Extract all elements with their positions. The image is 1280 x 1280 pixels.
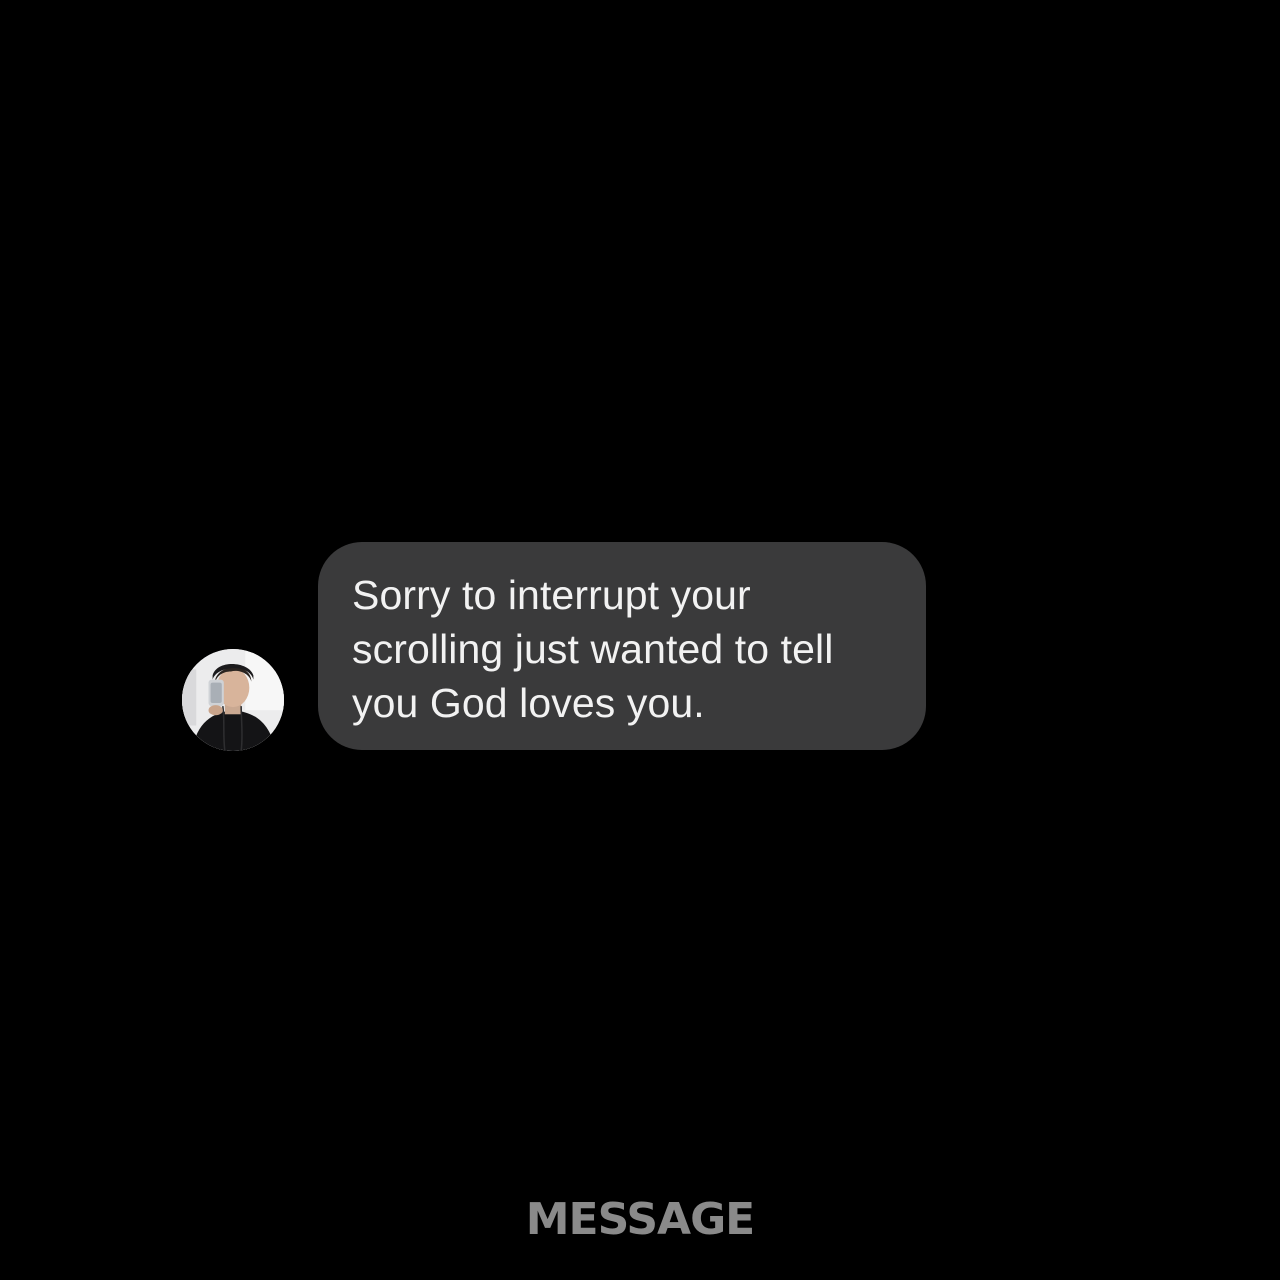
message-text: Sorry to interrupt your scrolling just w… xyxy=(352,572,834,726)
screen: Sorry to interrupt your scrolling just w… xyxy=(0,0,1280,1280)
footer-title: MESSAGE xyxy=(525,1194,755,1245)
sender-avatar[interactable] xyxy=(182,649,284,751)
profile-photo-icon xyxy=(182,649,284,751)
message-bubble[interactable]: Sorry to interrupt your scrolling just w… xyxy=(318,542,926,750)
